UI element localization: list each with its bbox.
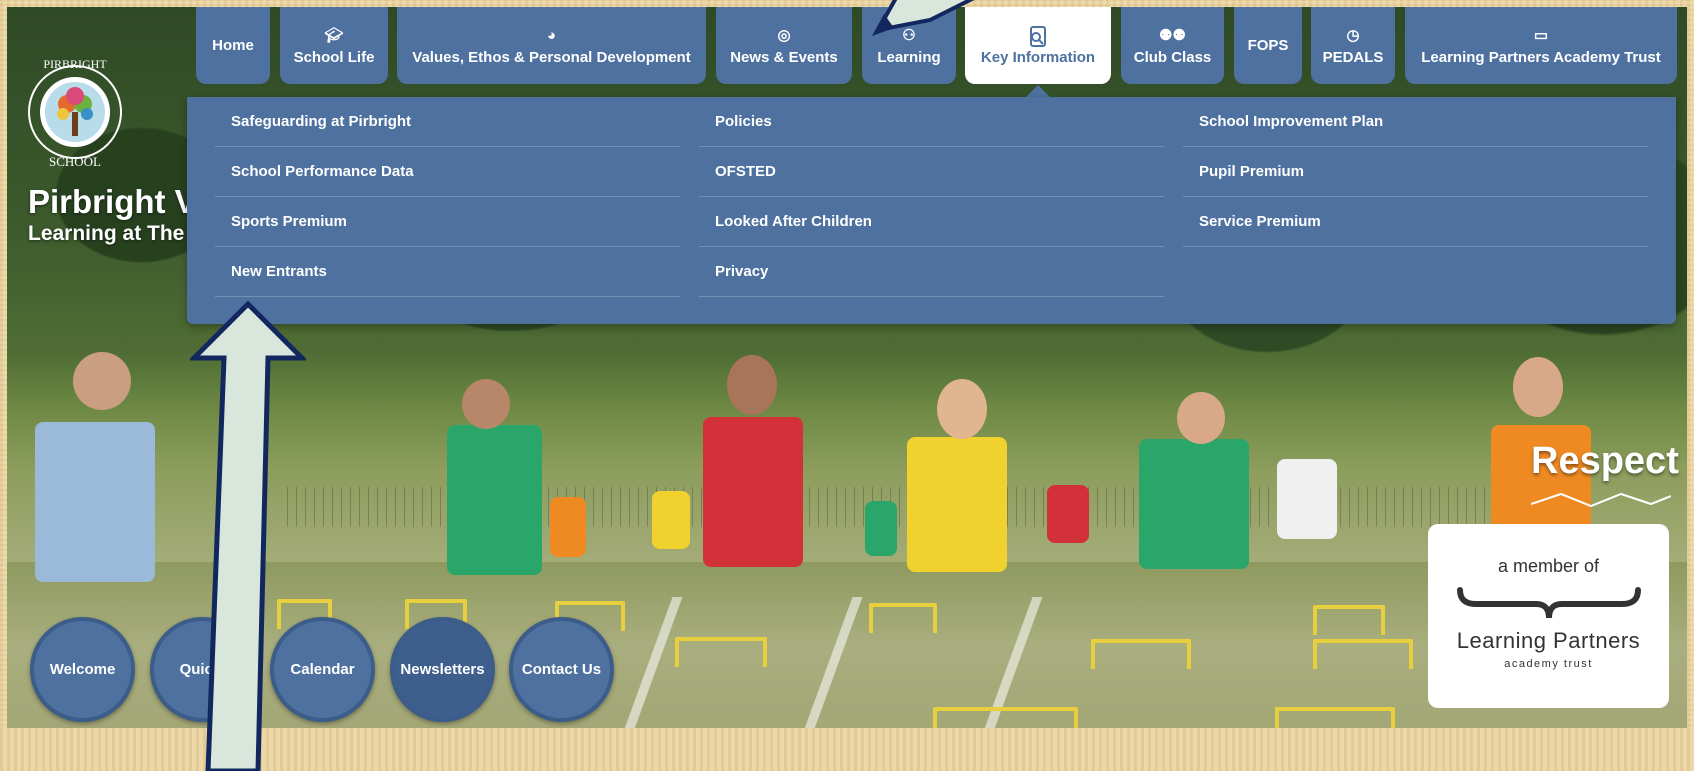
- dropdown-link-sports-premium[interactable]: Sports Premium: [215, 197, 680, 247]
- nav-learning-partners[interactable]: ▭ Learning Partners Academy Trust: [1405, 7, 1677, 84]
- dropdown-column-1: Safeguarding at Pirbright School Perform…: [215, 97, 680, 297]
- nav-news-events-label: News & Events: [730, 48, 838, 66]
- nav-learning-partners-label: Learning Partners Academy Trust: [1421, 48, 1661, 66]
- school-logo[interactable]: PIRBRIGHT SCHOOL: [27, 52, 123, 170]
- nav-club-class[interactable]: ⚉⚉ Club Class: [1121, 7, 1224, 84]
- member-card-line1: a member of: [1497, 556, 1600, 576]
- nav-fops[interactable]: FOPS: [1234, 7, 1302, 84]
- logo-text-top: PIRBRIGHT: [43, 57, 107, 71]
- instagram-icon: ◎: [777, 26, 791, 44]
- zigzag-decoration: [1531, 492, 1671, 508]
- nav-home[interactable]: Home: [196, 7, 270, 84]
- school-title: Pirbright V: [28, 183, 197, 220]
- quick-link-welcome[interactable]: Welcome: [30, 617, 135, 722]
- member-card[interactable]: a member of Learning Partners academy tr…: [1428, 524, 1669, 708]
- nav-school-life-label: School Life: [293, 48, 375, 66]
- nav-fops-label: FOPS: [1247, 37, 1289, 54]
- annotation-arrow-up: [190, 300, 306, 771]
- nav-values-label: Values, Ethos & Personal Development: [412, 48, 691, 66]
- nav-pedals-label: PEDALS: [1322, 48, 1384, 66]
- dropdown-link-looked-after-children[interactable]: Looked After Children: [699, 197, 1164, 247]
- dropdown-link-safeguarding[interactable]: Safeguarding at Pirbright: [215, 97, 680, 147]
- nav-learning-label: Learning: [877, 48, 941, 66]
- dropdown-column-3: School Improvement Plan Pupil Premium Se…: [1183, 97, 1648, 247]
- nav-club-class-label: Club Class: [1133, 48, 1212, 66]
- dropdown-link-privacy[interactable]: Privacy: [699, 247, 1164, 297]
- classroom-icon: ▭: [1533, 26, 1549, 44]
- nav-news-events[interactable]: ◎ News & Events: [716, 7, 852, 84]
- globe-icon: ◕: [546, 26, 557, 44]
- dropdown-link-performance-data[interactable]: School Performance Data: [215, 147, 680, 197]
- logo-text-bottom: SCHOOL: [49, 154, 101, 169]
- nav-school-life[interactable]: 🎓︎ School Life: [280, 7, 388, 84]
- school-subtitle: Learning at The: [28, 222, 185, 245]
- group-icon: ⚉⚉: [1159, 26, 1186, 44]
- annotation-arrow-top: [872, 0, 975, 36]
- brace-icon: [1457, 587, 1641, 619]
- dropdown-link-service-premium[interactable]: Service Premium: [1183, 197, 1648, 247]
- dropdown-link-pupil-premium[interactable]: Pupil Premium: [1183, 147, 1648, 197]
- dropdown-link-policies[interactable]: Policies: [699, 97, 1164, 147]
- nav-key-information[interactable]: Key Information: [965, 7, 1111, 84]
- nav-values[interactable]: ◕ Values, Ethos & Personal Development: [397, 7, 706, 84]
- dropdown-link-ofsted[interactable]: OFSTED: [699, 147, 1164, 197]
- nav-key-information-label: Key Information: [980, 48, 1096, 66]
- quick-link-newsletters[interactable]: Newsletters: [390, 617, 495, 722]
- dropdown-column-2: Policies OFSTED Looked After Children Pr…: [699, 97, 1164, 297]
- member-card-line3: academy trust: [1504, 658, 1593, 670]
- quick-link-contact-us[interactable]: Contact Us: [509, 617, 614, 722]
- apple-icon: ◷: [1346, 26, 1360, 44]
- nav-home-label: Home: [212, 37, 254, 54]
- key-information-dropdown: Safeguarding at Pirbright School Perform…: [187, 97, 1676, 324]
- dropdown-link-improvement-plan[interactable]: School Improvement Plan: [1183, 97, 1648, 147]
- document-search-icon: [1027, 25, 1049, 47]
- dropdown-link-new-entrants[interactable]: New Entrants: [215, 247, 680, 297]
- dropdown-caret: [1026, 85, 1050, 97]
- nav-pedals[interactable]: ◷ PEDALS: [1311, 7, 1395, 84]
- graduation-cap-icon: 🎓︎: [324, 26, 344, 44]
- member-card-line2: Learning Partners: [1456, 628, 1641, 653]
- value-word: Respect: [1531, 440, 1679, 482]
